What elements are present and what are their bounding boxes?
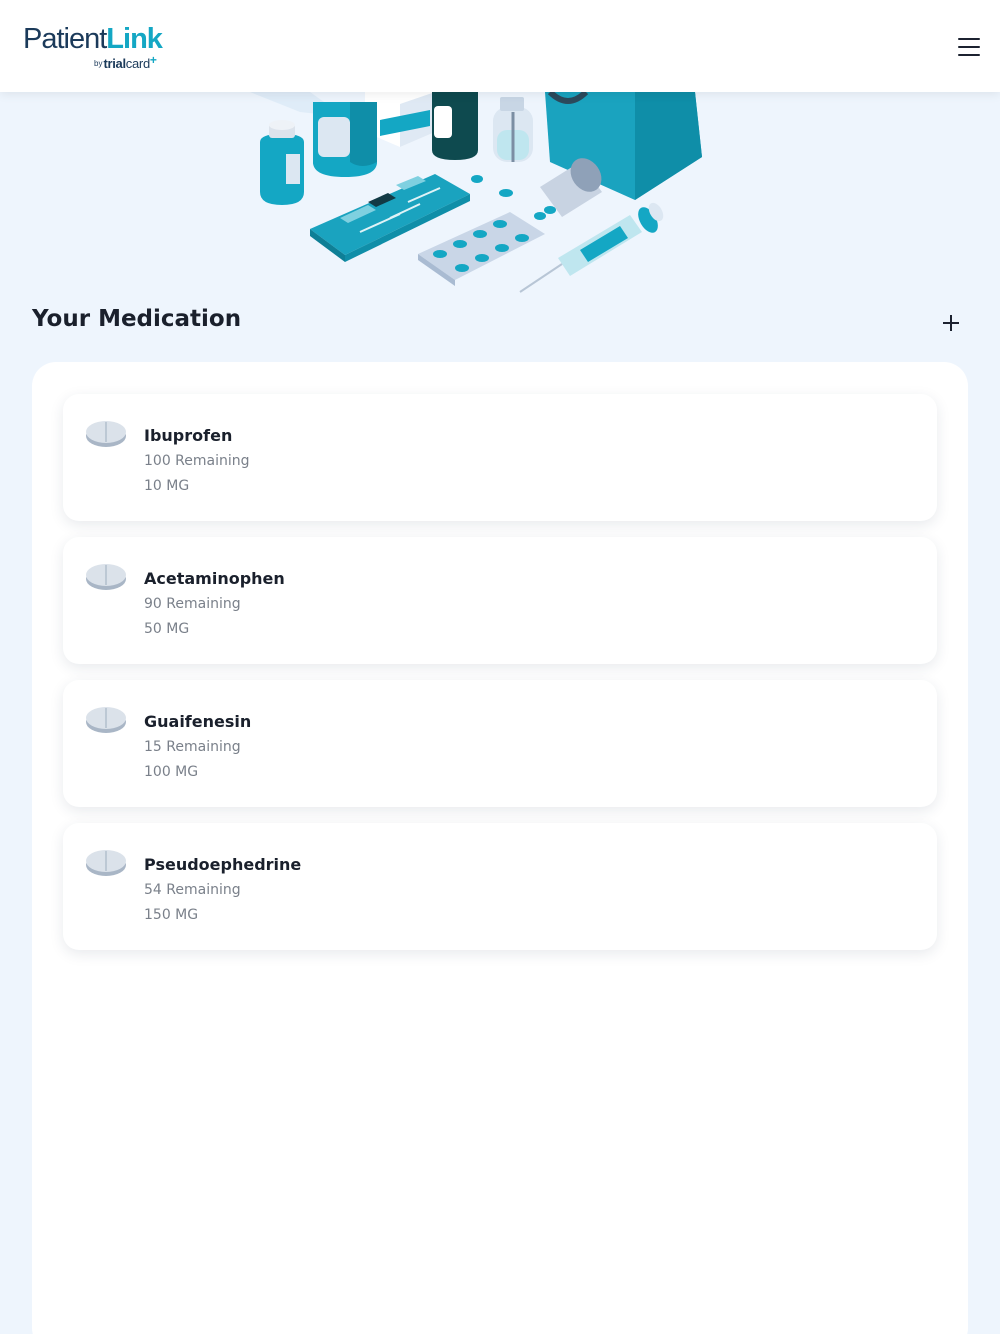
- menu-line: [958, 46, 980, 48]
- medication-dose: 150 MG: [144, 907, 199, 923]
- pill-icon: [86, 421, 126, 447]
- menu-line: [958, 54, 980, 56]
- logo-patient-text: Patient: [23, 23, 107, 55]
- medication-name: Pseudoephedrine: [144, 855, 302, 874]
- medication-list: Ibuprofen 100 Remaining 10 MG Acetaminop…: [63, 394, 937, 966]
- logo-card-text: card: [125, 56, 150, 71]
- logo-by-text: by: [94, 59, 103, 68]
- patientlink-logo[interactable]: PatientLink bytrialcard+: [23, 23, 163, 71]
- medication-name: Ibuprofen: [144, 426, 233, 445]
- medication-remaining: 15 Remaining: [144, 739, 241, 755]
- pill-icon: [86, 564, 126, 590]
- section-title: Your Medication: [32, 306, 242, 332]
- medication-dose: 10 MG: [144, 478, 190, 494]
- menu-line: [958, 38, 980, 40]
- medication-remaining: 100 Remaining: [144, 453, 250, 469]
- logo-link-text: Link: [106, 23, 163, 55]
- medication-dose: 50 MG: [144, 621, 190, 637]
- medication-card[interactable]: Ibuprofen 100 Remaining 10 MG: [63, 394, 937, 521]
- medication-name: Guaifenesin: [144, 712, 252, 731]
- logo-wordmark: PatientLink: [23, 23, 163, 55]
- medication-dose: 100 MG: [144, 764, 199, 780]
- hamburger-menu-icon[interactable]: [955, 36, 983, 58]
- app-header: PatientLink bytrialcard+: [0, 0, 1000, 92]
- medication-card[interactable]: Guaifenesin 15 Remaining 100 MG: [63, 680, 937, 807]
- medication-name: Acetaminophen: [144, 569, 285, 588]
- logo-trial-text: trial: [103, 56, 126, 71]
- logo-plus-text: +: [149, 53, 157, 67]
- pill-icon: [86, 707, 126, 733]
- medication-card[interactable]: Pseudoephedrine 54 Remaining 150 MG: [63, 823, 937, 950]
- plus-icon[interactable]: [938, 310, 964, 336]
- logo-byline: bytrialcard+: [94, 53, 157, 73]
- medication-remaining: 54 Remaining: [144, 882, 241, 898]
- pill-icon: [86, 850, 126, 876]
- medication-panel: Ibuprofen 100 Remaining 10 MG Acetaminop…: [32, 362, 968, 1334]
- medication-card[interactable]: Acetaminophen 90 Remaining 50 MG: [63, 537, 937, 664]
- medication-remaining: 90 Remaining: [144, 596, 241, 612]
- medication-illustration: [250, 92, 702, 293]
